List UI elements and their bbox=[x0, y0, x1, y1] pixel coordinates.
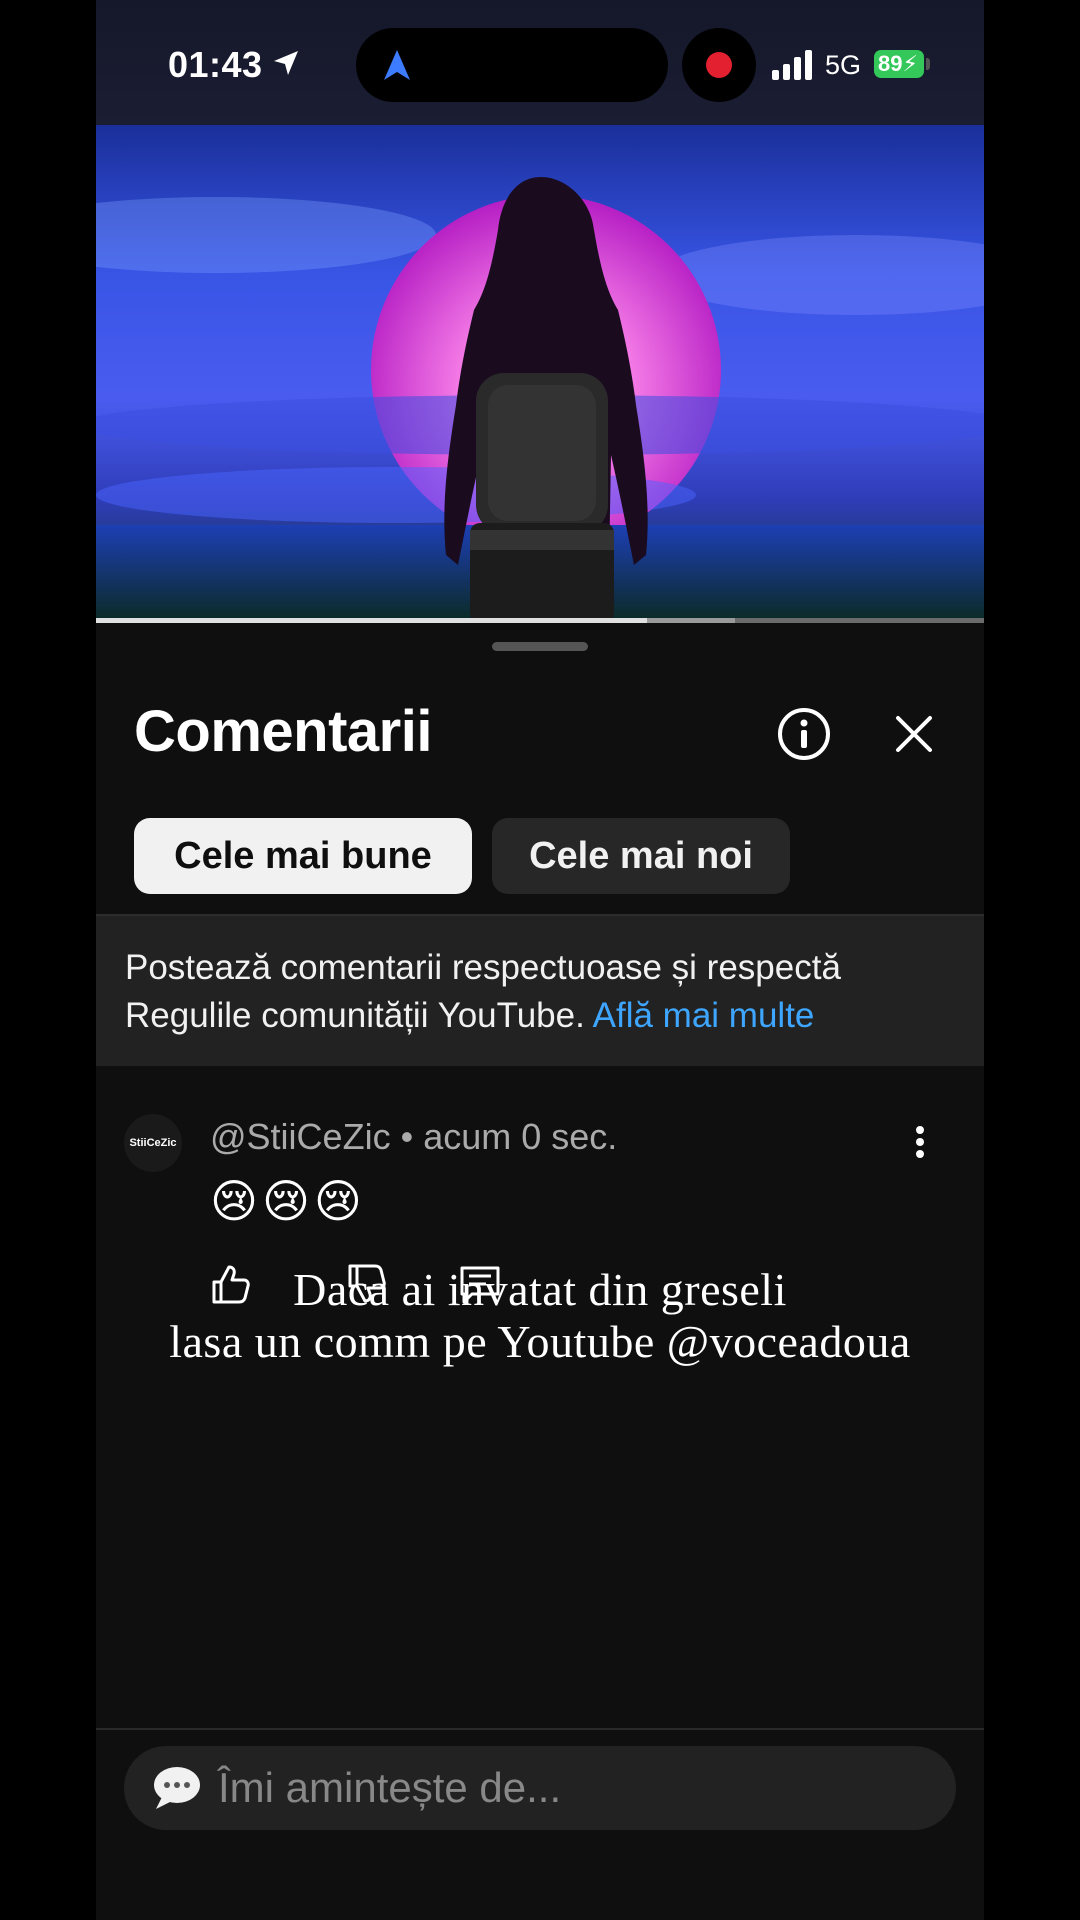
close-icon[interactable] bbox=[892, 712, 936, 756]
avatar-label: StiiCeZic bbox=[129, 1137, 177, 1149]
record-dot-icon bbox=[706, 52, 732, 78]
comment-input[interactable]: Îmi amintește de... bbox=[124, 1746, 956, 1830]
tab-newest-comments[interactable]: Cele mai noi bbox=[492, 818, 790, 894]
comments-sheet: Comentarii Cele mai bune Cele mai noi Po… bbox=[96, 626, 984, 1920]
navigation-icon bbox=[384, 50, 410, 80]
avatar[interactable]: StiiCeZic bbox=[124, 1114, 182, 1172]
dynamic-island bbox=[356, 28, 668, 102]
info-icon[interactable] bbox=[776, 706, 832, 762]
video-progress-bar[interactable] bbox=[96, 618, 984, 623]
tab-top-comments[interactable]: Cele mai bune bbox=[134, 818, 472, 894]
drag-handle[interactable] bbox=[492, 642, 588, 651]
status-time: 01:43 bbox=[168, 44, 263, 85]
battery-tip bbox=[926, 58, 930, 70]
screen-recording-indicator bbox=[682, 28, 756, 102]
caption-line-2: lasa un comm pe Youtube @voceadoua bbox=[169, 1316, 911, 1367]
caption-line-1: Daca ai invatat din greseli bbox=[293, 1264, 787, 1315]
battery-icon: 89 ⚡ bbox=[874, 50, 924, 78]
video-overlay-caption: Daca ai invatat din greseli lasa un comm… bbox=[96, 1264, 984, 1368]
video-frame-image bbox=[96, 177, 984, 623]
comments-title: Comentarii bbox=[134, 699, 432, 764]
location-arrow-icon bbox=[274, 51, 298, 75]
status-bar: 01:43 5G 89 ⚡ bbox=[96, 0, 984, 125]
network-type: 5G bbox=[825, 50, 862, 80]
video-player[interactable] bbox=[96, 125, 984, 623]
comment-input-placeholder: Îmi amintește de... bbox=[218, 1764, 562, 1811]
cellular-signal-icon bbox=[772, 50, 812, 80]
community-notice: Postează comentarii respectuoase și resp… bbox=[96, 914, 984, 1066]
comment-time: acum 0 sec. bbox=[423, 1116, 618, 1157]
learn-more-link[interactable]: Află mai multe bbox=[593, 996, 815, 1035]
comment-meta: @StiiCeZic • acum 0 sec. bbox=[210, 1116, 617, 1158]
comment-text: 😢😢😢 bbox=[210, 1175, 366, 1227]
speech-bubble-icon bbox=[154, 1767, 200, 1809]
divider bbox=[96, 1728, 984, 1730]
more-options-icon[interactable] bbox=[908, 1122, 932, 1162]
comment-author[interactable]: @StiiCeZic bbox=[210, 1116, 391, 1157]
battery-level: 89 bbox=[878, 51, 903, 76]
phone-screen: 01:43 5G 89 ⚡ Comentarii Cele mai bune C… bbox=[96, 0, 984, 1920]
meta-separator: • bbox=[400, 1116, 424, 1157]
video-progress-fill bbox=[96, 618, 647, 623]
